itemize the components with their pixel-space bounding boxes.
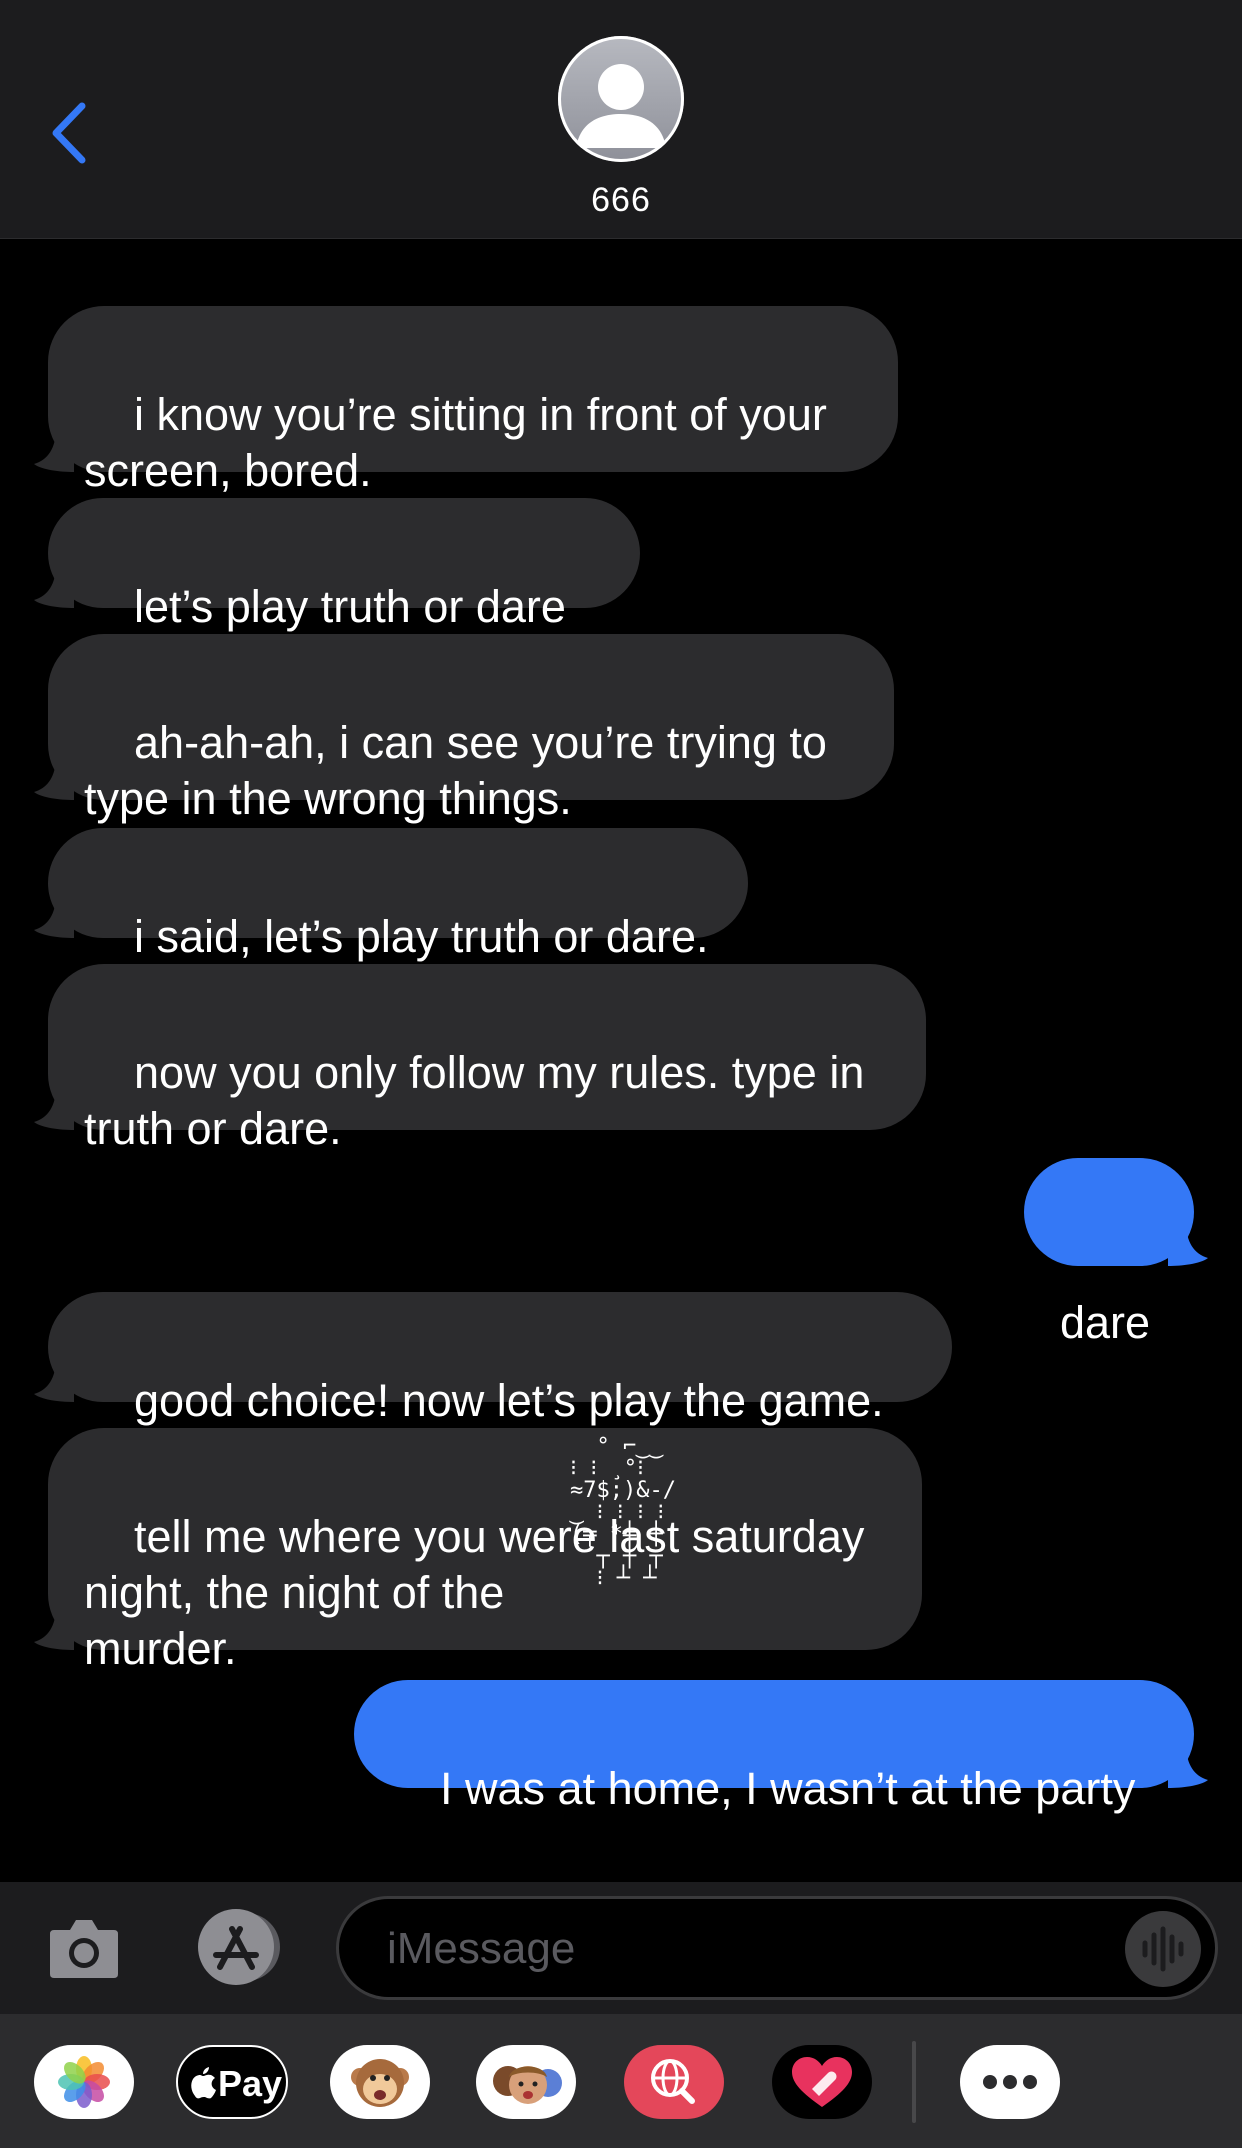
apple-pay-button[interactable]: Pay bbox=[176, 2045, 288, 2119]
glitch-text-overlay: ° ⌐‿‿ ⁝ ⁝ ¸°⁝ ≈7$;)&-/ ‿ ⁝ ⁝ ⁝ ⁝ (╤ *╪ ┼… bbox=[570, 1434, 676, 1591]
apple-logo-icon bbox=[191, 2067, 216, 2099]
outgoing-message[interactable]: dare bbox=[1024, 1158, 1208, 1348]
imessage-input[interactable] bbox=[385, 1917, 1029, 1981]
compose-bar bbox=[0, 1882, 1242, 2014]
waveform-icon bbox=[1142, 1926, 1184, 1972]
incoming-message[interactable]: i know you’re sitting in front of your s… bbox=[34, 306, 898, 496]
incoming-message[interactable]: now you only follow my rules. type in tr… bbox=[34, 964, 926, 1154]
incoming-message[interactable]: ah-ah-ah, i can see you’re trying to typ… bbox=[34, 634, 894, 824]
outgoing-message[interactable]: I was at home, I wasn’t at the party bbox=[354, 1680, 1208, 1814]
bubble-tail bbox=[34, 428, 74, 472]
memoji-faces-icon bbox=[493, 2066, 562, 2104]
bubble-tail bbox=[34, 756, 74, 800]
message-text: i know you’re sitting in front of your s… bbox=[84, 389, 827, 496]
apple-pay-label: Pay bbox=[218, 2063, 283, 2104]
contact-avatar[interactable] bbox=[558, 36, 684, 162]
bubble-tail bbox=[34, 1086, 74, 1130]
bubble-tail bbox=[34, 564, 74, 608]
globe-search-icon bbox=[651, 2059, 695, 2104]
photos-flower-icon bbox=[58, 2056, 110, 2108]
incoming-message[interactable]: good choice! now let’s play the game. bbox=[34, 1292, 952, 1426]
imessage-app-drawer: Pay bbox=[0, 2014, 1242, 2148]
message-input-field[interactable] bbox=[336, 1896, 1218, 2000]
animoji-button[interactable] bbox=[330, 2045, 430, 2119]
ellipsis-icon bbox=[983, 2075, 1037, 2089]
digital-touch-button[interactable] bbox=[772, 2045, 872, 2119]
drawer-divider bbox=[912, 2041, 916, 2123]
contact-name-text: 666 bbox=[591, 181, 651, 219]
audio-message-button[interactable] bbox=[1125, 1911, 1201, 1987]
person-silhouette-icon bbox=[576, 64, 666, 148]
bubble-tail bbox=[34, 1358, 74, 1402]
images-search-button[interactable] bbox=[624, 2045, 724, 2119]
message-text: ah-ah-ah, i can see you’re trying to typ… bbox=[84, 717, 827, 824]
more-apps-button[interactable] bbox=[960, 2045, 1060, 2119]
heart-touch-icon bbox=[792, 2057, 852, 2107]
message-text: good choice! now let’s play the game. bbox=[134, 1375, 884, 1426]
camera-icon[interactable] bbox=[48, 1914, 120, 1980]
bubble-tail bbox=[1168, 1222, 1208, 1266]
conversation-header: 666 bbox=[0, 0, 1242, 239]
bubble-tail bbox=[1168, 1744, 1208, 1788]
contact-name[interactable]: 666 bbox=[521, 172, 721, 228]
incoming-message[interactable]: let’s play truth or dare :) bbox=[34, 498, 640, 688]
back-chevron-icon[interactable] bbox=[48, 98, 98, 168]
monkey-animoji-icon bbox=[351, 2059, 409, 2107]
incoming-message[interactable]: i said, let’s play truth or dare. bbox=[34, 828, 748, 962]
memoji-button[interactable] bbox=[476, 2045, 576, 2119]
photos-app-button[interactable] bbox=[34, 2045, 134, 2119]
bubble-tail bbox=[34, 894, 74, 938]
message-text: now you only follow my rules. type in tr… bbox=[84, 1047, 865, 1154]
app-store-icon[interactable] bbox=[188, 1907, 288, 1987]
incoming-message[interactable]: tell me where you were last saturday nig… bbox=[34, 1428, 922, 1674]
message-text: I was at home, I wasn’t at the party bbox=[440, 1763, 1136, 1814]
message-text: i said, let’s play truth or dare. bbox=[134, 911, 709, 962]
bubble-tail bbox=[34, 1606, 74, 1650]
message-text: dare bbox=[1060, 1297, 1151, 1348]
